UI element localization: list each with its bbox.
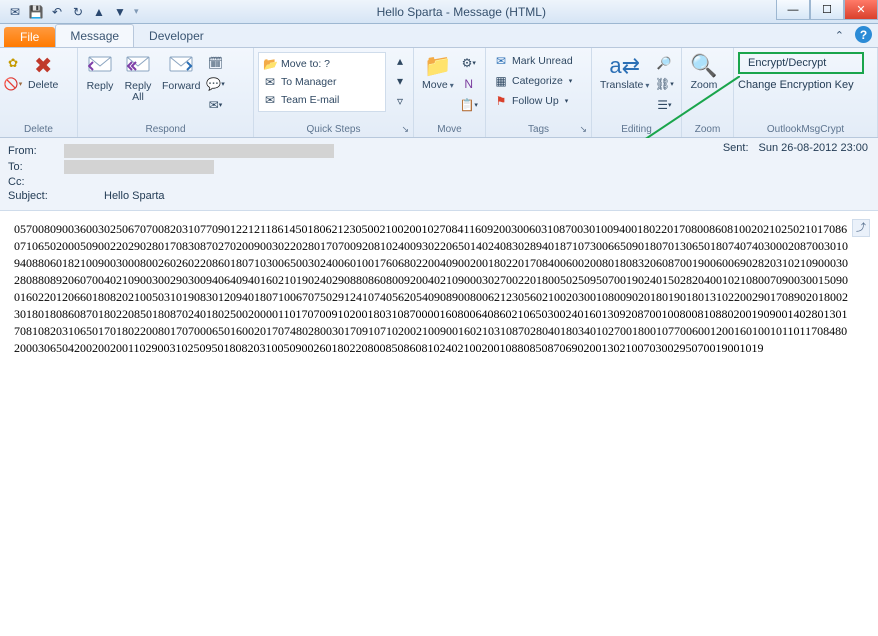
translate-button[interactable]: a⇄ Translate	[596, 52, 653, 93]
from-value	[64, 144, 334, 158]
encrypt-decrypt-button[interactable]: Encrypt/Decrypt	[738, 52, 864, 74]
reply-all-icon	[126, 54, 150, 79]
mark-unread-icon: ✉	[494, 54, 508, 68]
junk-icon[interactable]: 🚫▾	[4, 75, 22, 93]
group-label-move: Move	[418, 123, 481, 135]
ribbon: ✿ 🚫▾ ✖ Delete Delete Reply Reply Al	[0, 48, 878, 138]
scroll-top-icon[interactable]: ⤴	[852, 219, 870, 237]
categorize-button[interactable]: ▦Categorize▾	[490, 72, 577, 90]
tags-launcher-icon[interactable]: ↘	[579, 124, 587, 135]
subject-row: Subject: Hello Sparta	[8, 190, 870, 202]
to-value	[64, 160, 214, 174]
group-label-zoom: Zoom	[686, 123, 729, 135]
previous-icon[interactable]: ▲	[90, 3, 108, 21]
from-label: From:	[8, 145, 64, 157]
next-icon[interactable]: ▼	[111, 3, 129, 21]
group-editing: a⇄ Translate 🔎 ⛓▾ ☰▾ Editing	[592, 48, 682, 137]
qat-dropdown-icon[interactable]: ▾	[132, 6, 141, 17]
related-icon[interactable]: ⛓▾	[655, 75, 673, 93]
close-button[interactable]: ✕	[844, 0, 878, 20]
more-respond-icon[interactable]: ✉▾	[207, 96, 225, 114]
translate-icon: a⇄	[609, 54, 640, 78]
quick-access-toolbar: ✉ 💾 ↶ ↻ ▲ ▼ ▾	[0, 0, 147, 23]
reply-button[interactable]: Reply	[82, 52, 118, 94]
redo-icon[interactable]: ↻	[69, 3, 87, 21]
find-icon[interactable]: 🔎	[655, 54, 673, 72]
move-button[interactable]: 📁 Move	[418, 52, 458, 93]
actions-icon[interactable]: 📋▾	[460, 96, 478, 114]
mail-icon[interactable]: ✉	[6, 3, 24, 21]
quickstep-to-manager[interactable]: ✉To Manager	[261, 73, 383, 91]
group-delete: ✿ 🚫▾ ✖ Delete Delete	[0, 48, 78, 137]
group-move: 📁 Move ⚙▾ N 📋▾ Move	[414, 48, 486, 137]
title-bar: ✉ 💾 ↶ ↻ ▲ ▼ ▾ Hello Sparta - Message (HT…	[0, 0, 878, 24]
ribbon-tabs: File Message Developer ⌃ ?	[0, 24, 878, 48]
to-row: To:	[8, 160, 870, 174]
minimize-button[interactable]: —	[776, 0, 810, 20]
group-label-outlookmsgcrypt: OutlookMsgCrypt	[738, 123, 873, 135]
rules-icon[interactable]: ⚙▾	[460, 54, 478, 72]
move-icon: 📁	[424, 54, 451, 78]
group-quicksteps: 📂Move to: ? ✉To Manager ✉Team E-mail ▴ ▾…	[254, 48, 414, 137]
select-icon[interactable]: ☰▾	[655, 96, 673, 114]
tab-file[interactable]: File	[4, 27, 55, 47]
sent-field: Sent:Sun 26-08-2012 23:00	[723, 142, 868, 154]
group-tags: ✉Mark Unread ▦Categorize▾ ⚑Follow Up▾ Ta…	[486, 48, 592, 137]
delete-icon: ✖	[34, 54, 52, 78]
subject-value: Hello Sparta	[104, 190, 165, 202]
meeting-icon[interactable]: 🗓	[207, 54, 225, 72]
quicksteps-expand-icon[interactable]: ▿	[391, 92, 409, 110]
mark-unread-button[interactable]: ✉Mark Unread	[490, 52, 577, 70]
follow-up-button[interactable]: ⚑Follow Up▾	[490, 92, 577, 110]
categorize-icon: ▦	[494, 74, 508, 88]
flag-icon: ⚑	[494, 94, 508, 108]
change-encryption-key-button[interactable]: Change Encryption Key	[738, 77, 854, 93]
maximize-button[interactable]: ☐	[810, 0, 844, 20]
group-label-tags: Tags↘	[490, 123, 587, 135]
sent-value: Sun 26-08-2012 23:00	[759, 142, 868, 154]
group-zoom: 🔍 Zoom Zoom	[682, 48, 734, 137]
delete-button[interactable]: ✖ Delete	[24, 52, 62, 93]
onenote-icon[interactable]: N	[460, 75, 478, 93]
forward-button[interactable]: Forward	[158, 52, 205, 94]
cc-label: Cc:	[8, 176, 64, 188]
group-label-quicksteps: Quick Steps↘	[258, 123, 409, 135]
quicksteps-down-icon[interactable]: ▾	[391, 72, 409, 90]
help-icon[interactable]: ?	[855, 26, 872, 43]
quicksteps-gallery[interactable]: 📂Move to: ? ✉To Manager ✉Team E-mail	[258, 52, 386, 112]
group-label-respond: Respond	[82, 123, 249, 135]
group-outlookmsgcrypt: Encrypt/Decrypt Change Encryption Key Ou…	[734, 48, 878, 137]
minimize-ribbon-icon[interactable]: ⌃	[835, 29, 844, 42]
forward-icon	[169, 54, 193, 79]
message-body[interactable]: ⤴ 05700809003600302506707008203107709012…	[0, 211, 878, 636]
ignore-icon[interactable]: ✿	[4, 54, 22, 72]
window-controls: — ☐ ✕	[776, 0, 878, 23]
body-text: 0570080900360030250670700820310770901221…	[14, 221, 848, 357]
zoom-button[interactable]: 🔍 Zoom	[686, 52, 722, 93]
zoom-icon: 🔍	[690, 54, 717, 78]
reply-all-button[interactable]: Reply All	[120, 52, 156, 105]
subject-label: Subject:	[8, 190, 64, 202]
undo-icon[interactable]: ↶	[48, 3, 66, 21]
cc-row: Cc:	[8, 176, 870, 188]
quicksteps-up-icon[interactable]: ▴	[391, 52, 409, 70]
to-manager-icon: ✉	[263, 75, 277, 89]
im-icon[interactable]: 💬▾	[207, 75, 225, 93]
to-label: To:	[8, 161, 64, 173]
group-respond: Reply Reply All Forward 🗓 💬▾ ✉▾ Respond	[78, 48, 254, 137]
group-label-delete: Delete	[4, 123, 73, 135]
tab-developer[interactable]: Developer	[134, 24, 219, 47]
quickstep-move-to[interactable]: 📂Move to: ?	[261, 55, 383, 73]
tab-message[interactable]: Message	[55, 24, 134, 47]
group-label-editing: Editing	[596, 123, 677, 135]
folder-move-icon: 📂	[263, 57, 277, 71]
reply-icon	[88, 54, 112, 79]
save-icon[interactable]: 💾	[27, 3, 45, 21]
window-title: Hello Sparta - Message (HTML)	[147, 5, 776, 19]
message-header: Sent:Sun 26-08-2012 23:00 From: To: Cc: …	[0, 138, 878, 211]
team-email-icon: ✉	[263, 93, 277, 107]
quickstep-team-email[interactable]: ✉Team E-mail	[261, 91, 383, 109]
quicksteps-launcher-icon[interactable]: ↘	[401, 124, 409, 135]
